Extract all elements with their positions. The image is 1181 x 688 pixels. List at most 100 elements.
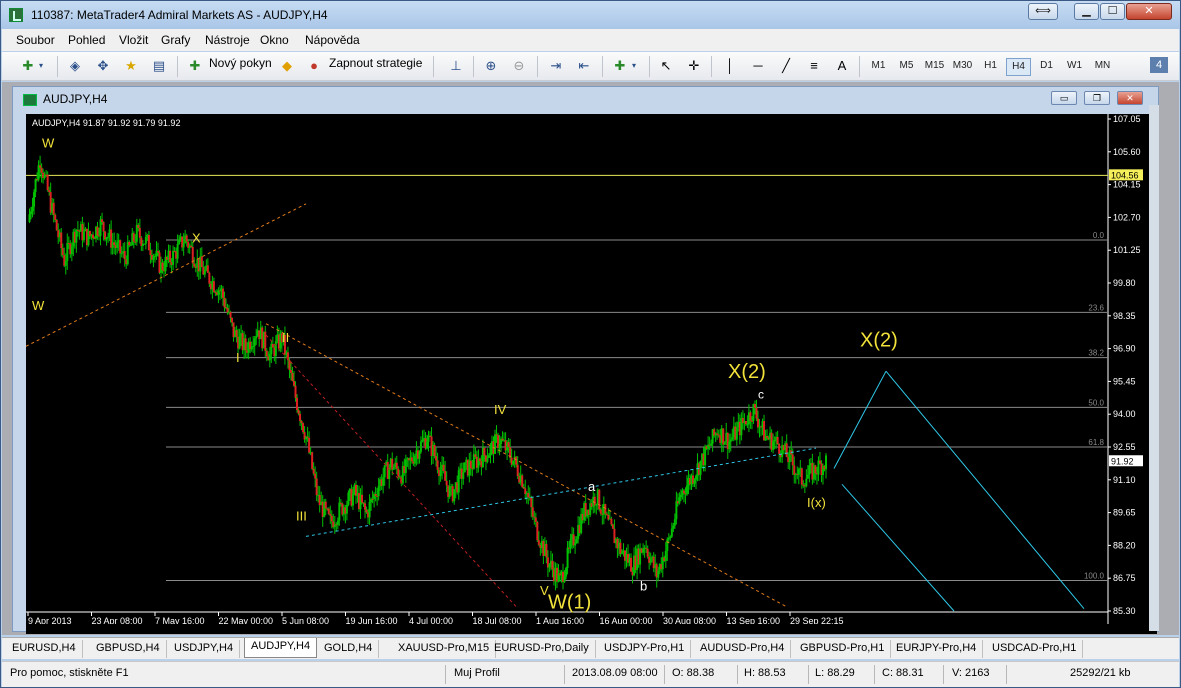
chart-close-button[interactable]: ✕	[1117, 91, 1143, 105]
timeframe-m15[interactable]: M15	[922, 58, 947, 76]
channel-icon[interactable]: ≡	[804, 56, 824, 76]
menu-nastroje[interactable]: Nástroje	[205, 33, 250, 47]
candle-body	[599, 509, 602, 514]
candle-body	[265, 350, 268, 357]
candle-body	[793, 465, 796, 475]
candle-body	[474, 454, 477, 457]
chart-bars-icon[interactable]: ⊥	[446, 56, 466, 76]
autoscroll-icon[interactable]: ⇥	[546, 56, 566, 76]
candle-body	[224, 307, 227, 309]
terminal-icon[interactable]: ▤	[149, 56, 169, 76]
status-bar: Pro pomoc, stiskněte F1 Muj Profil 2013.…	[2, 661, 1179, 687]
candle-body	[785, 443, 788, 457]
candle-body	[710, 443, 713, 446]
tab-gold-h4[interactable]: GOLD,H4	[318, 640, 380, 658]
candle-body	[362, 502, 365, 504]
chart-maximize-button[interactable]: ❐	[1084, 91, 1110, 105]
zoom-in-icon[interactable]: ⊕	[481, 56, 501, 76]
new-order-button[interactable]: Nový pokyn	[209, 56, 272, 70]
timeframe-m5[interactable]: M5	[894, 58, 919, 76]
vertical-scrollbar[interactable]	[1149, 105, 1159, 631]
candle-body	[669, 536, 672, 538]
tab-eurusd-h4[interactable]: EURUSD,H4	[6, 640, 83, 658]
candle-body	[253, 338, 256, 346]
timeframe-h4[interactable]: H4	[1006, 58, 1031, 76]
tab-eurusd-pro-daily[interactable]: EURUSD-Pro,Daily	[488, 640, 596, 658]
candle-body	[695, 475, 698, 480]
market-watch-icon[interactable]: ◈	[65, 56, 85, 76]
chart-canvas[interactable]: 107.05 105.60 104.15 102.70 101.25 99.80 98.35…	[26, 114, 1157, 624]
candle-body	[664, 550, 667, 561]
candle-body	[208, 272, 211, 284]
candle-body	[116, 242, 119, 248]
candle-body	[755, 407, 758, 419]
autotrading-button[interactable]: Zapnout strategie	[329, 56, 422, 70]
menu-okno[interactable]: Okno	[260, 33, 289, 47]
candle-body	[545, 543, 548, 558]
candle-body	[392, 467, 395, 470]
candle-body	[666, 539, 669, 551]
tab-gbpusd-h4[interactable]: GBPUSD,H4	[90, 640, 167, 658]
autotrading-icon[interactable]: ●	[304, 56, 324, 76]
tab-usdjpy-pro-h1[interactable]: USDJPY-Pro,H1	[598, 640, 692, 658]
text-tool-icon[interactable]: A	[832, 56, 852, 76]
trendline-icon[interactable]: ╱	[776, 56, 796, 76]
candle-body	[478, 458, 481, 462]
candle-body	[646, 548, 649, 557]
candle-body	[685, 485, 688, 495]
timeframe-w1[interactable]: W1	[1062, 58, 1087, 76]
tab-audusd-pro-h4[interactable]: AUDUSD-Pro,H4	[694, 640, 792, 658]
favorites-icon[interactable]: ★	[121, 56, 141, 76]
wave-label: W	[42, 135, 55, 150]
tab-usdcad-pro-h1[interactable]: USDCAD-Pro,H1	[986, 640, 1084, 658]
menu-soubor[interactable]: Soubor	[16, 33, 55, 47]
timeframe-h1[interactable]: H1	[978, 58, 1003, 76]
wave-label: III	[296, 509, 307, 524]
new-order-icon[interactable]: ✚	[185, 56, 205, 76]
tab-gbpusd-pro-h1[interactable]: GBPUSD-Pro,H1	[794, 640, 892, 658]
zoom-out-icon[interactable]: ⊖	[509, 56, 529, 76]
vertical-line-icon[interactable]: │	[720, 56, 740, 76]
candle-body	[377, 486, 380, 497]
candle-body	[61, 248, 64, 256]
close-button[interactable]: ✕	[1126, 3, 1172, 20]
candle-body	[498, 443, 501, 449]
menu-napoveda[interactable]: Nápověda	[305, 33, 360, 47]
resize-icon[interactable]: ⟺	[1028, 3, 1058, 20]
chart-tabs: EURUSD,H4 GBPUSD,H4 USDJPY,H4 AUDJPY,H4 GOLD…	[2, 637, 1179, 659]
maximize-button[interactable]: ☐	[1100, 3, 1125, 20]
tab-eurjpy-pro-h4[interactable]: EURJPY-Pro,H4	[890, 640, 984, 658]
minimize-button[interactable]: ▁	[1074, 3, 1099, 20]
chevron-down-icon[interactable]: ▾	[629, 56, 639, 76]
projection-line-up	[833, 370, 887, 469]
chart-minimize-button[interactable]: ▭	[1051, 91, 1077, 105]
menu-pohled[interactable]: Pohled	[68, 33, 105, 47]
crosshair-icon[interactable]: ✛	[684, 56, 704, 76]
price-chart[interactable]: 107.05 105.60 104.15 102.70 101.25 99.80 98.35…	[26, 114, 1157, 634]
horizontal-line-icon[interactable]: ─	[748, 56, 768, 76]
candle-body	[172, 250, 175, 265]
navigator-icon[interactable]: ✥	[93, 56, 113, 76]
menu-grafy[interactable]: Grafy	[161, 33, 190, 47]
tab-xauusd-pro-m15[interactable]: XAUUSD-Pro,M15	[392, 640, 497, 658]
chevron-down-icon[interactable]: ▾	[36, 56, 46, 76]
new-chart-icon[interactable]: ✚	[18, 56, 38, 76]
tab-usdjpy-h4[interactable]: USDJPY,H4	[168, 640, 241, 658]
metaeditor-icon[interactable]: ◆	[277, 56, 297, 76]
timeframe-m30[interactable]: M30	[950, 58, 975, 76]
menu-vlozit[interactable]: Vložit	[119, 33, 148, 47]
tab-audjpy-h4[interactable]: AUDJPY,H4	[244, 638, 318, 658]
timeframe-mn[interactable]: MN	[1090, 58, 1115, 76]
timeframe-d1[interactable]: D1	[1034, 58, 1059, 76]
candle-body	[296, 397, 299, 411]
price-tick-label: 105.60	[1113, 147, 1141, 157]
chart-shift-icon[interactable]: ⇤	[574, 56, 594, 76]
candle-body	[113, 242, 116, 246]
cursor-icon[interactable]: ↖	[656, 56, 676, 76]
candle-body	[33, 192, 36, 207]
timeframe-m1[interactable]: M1	[866, 58, 891, 76]
candle-body	[31, 206, 34, 212]
candle-body	[682, 490, 685, 494]
indicators-icon[interactable]: ✚	[610, 56, 630, 76]
candle-body	[374, 493, 377, 496]
